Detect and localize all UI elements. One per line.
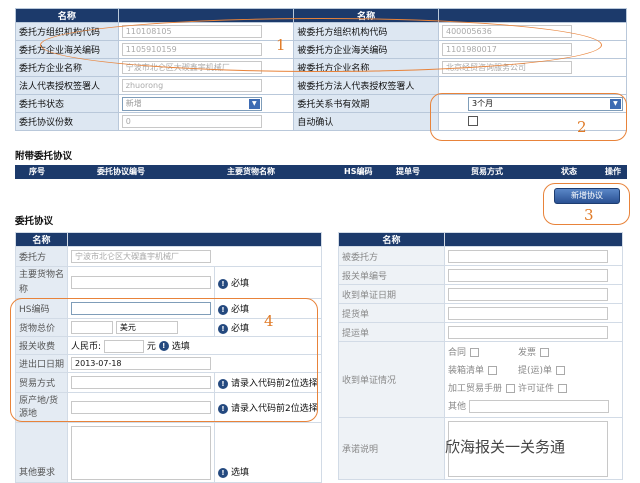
doc-contract-checkbox[interactable]	[470, 347, 480, 357]
label-entrust-status: 委托书状态	[15, 94, 119, 113]
annotation-number-2: 2	[577, 118, 587, 136]
receipt-date-field[interactable]	[448, 287, 608, 301]
agreement-section-title: 委托协议	[15, 216, 54, 227]
doc-packing-checkbox[interactable]	[488, 365, 498, 375]
label-legal-rep: 法人代表授权签署人	[15, 76, 119, 95]
col-agreement-no: 委托协议编号	[97, 167, 145, 176]
col-status: 状态	[561, 167, 577, 176]
doc-other-field[interactable]	[468, 399, 609, 413]
label-agreement-count: 委托协议份数	[15, 112, 119, 131]
delivery-order-field[interactable]	[448, 306, 608, 320]
col-action: 操作	[605, 167, 621, 176]
doc-license-label: 许可证件	[518, 383, 555, 394]
doc-license-checkbox[interactable]	[558, 383, 568, 393]
doc-invoice-checkbox[interactable]	[540, 347, 550, 357]
declaration-no-field[interactable]	[448, 268, 608, 282]
label-client: 委托方	[14, 246, 69, 267]
annotation-number-1: 1	[276, 36, 286, 54]
other-req-textarea[interactable]	[71, 425, 212, 480]
right-header: 名称	[338, 232, 445, 247]
annotation-number-4: 4	[264, 312, 274, 330]
doc-invoice-label: 发票	[518, 347, 537, 358]
left-header: 名称	[14, 232, 69, 247]
entrust-status-select[interactable]: 新增 ▼	[121, 96, 262, 111]
doc-other-label: 其他	[448, 401, 467, 412]
col-bill-no: 提单号	[396, 167, 420, 176]
watermark-text: 欣海报关一关务通	[445, 438, 566, 456]
bill-of-lading-field[interactable]	[448, 325, 608, 339]
label-promise: 承诺说明	[338, 417, 445, 480]
attached-table-header: 序号 委托协议编号 主要货物名称 HS编码 提单号 贸易方式 状态 操作	[15, 165, 627, 179]
doc-bol-label: 提(运)单	[518, 365, 553, 376]
label-validity: 委托关系书有效期	[293, 94, 439, 113]
doc-contract-label: 合同	[448, 347, 467, 358]
doc-packing-label: 装箱清单	[448, 365, 485, 376]
label-delivery-order: 提货单	[338, 303, 445, 323]
label-agent: 被委托方	[338, 246, 445, 266]
label-docs-received: 收到单证情况	[338, 341, 445, 418]
label-receipt-date: 收到单证日期	[338, 284, 445, 304]
agent-field[interactable]	[448, 249, 608, 263]
info-icon: !	[218, 467, 229, 478]
agreement-count-field[interactable]: 0	[121, 115, 262, 128]
label-auto-confirm: 自动确认	[293, 112, 439, 131]
annotation-box-2	[430, 93, 627, 141]
col-goods-name: 主要货物名称	[227, 167, 275, 176]
doc-manual-checkbox[interactable]	[506, 383, 516, 393]
label-other-req: 其他要求	[14, 422, 69, 483]
col-hs-code: HS编码	[344, 167, 373, 176]
required-note: 必填	[231, 279, 250, 289]
label-agent-legal-rep: 被委托方法人代表授权签署人	[293, 76, 439, 95]
col-trade-mode: 贸易方式	[471, 167, 503, 176]
annotation-number-3: 3	[584, 206, 594, 224]
client-field[interactable]: 宁波市北仑区大碶鑫宇机械厂	[71, 250, 212, 263]
label-declaration-no: 报关单编号	[338, 265, 445, 285]
legal-rep-field[interactable]: zhuorong	[121, 79, 262, 92]
chevron-down-icon: ▼	[248, 98, 260, 109]
label-bill-of-lading: 提运单	[338, 322, 445, 342]
annotation-ellipse-1	[40, 18, 602, 72]
header-name-left: 名称	[15, 8, 119, 23]
info-icon: !	[218, 278, 229, 289]
doc-bol-checkbox[interactable]	[556, 365, 566, 375]
main-goods-field[interactable]	[71, 276, 212, 289]
attached-section-title: 附带委托协议	[15, 151, 73, 162]
doc-manual-label: 加工贸易手册	[448, 383, 503, 394]
label-main-goods: 主要货物名称	[14, 266, 69, 299]
col-index: 序号	[29, 167, 45, 176]
